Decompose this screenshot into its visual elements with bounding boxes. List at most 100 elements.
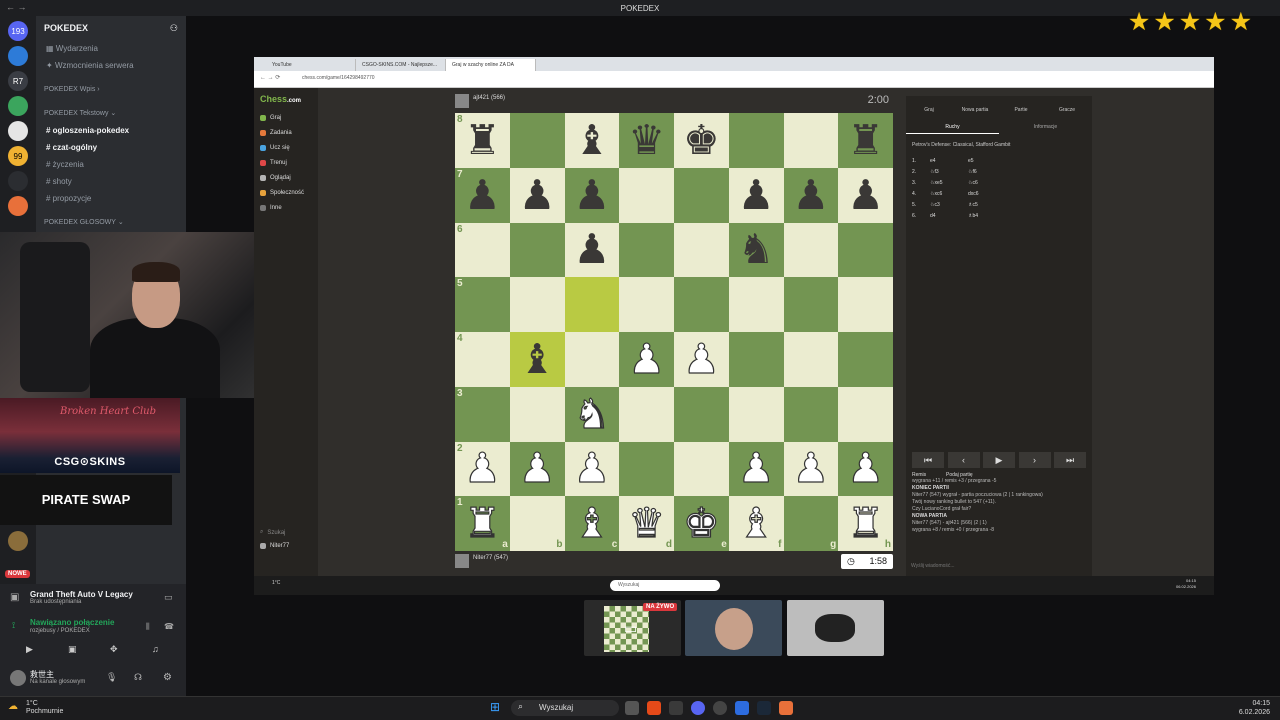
square-e7[interactable] <box>674 167 729 223</box>
nav-play[interactable]: Graj <box>260 115 281 121</box>
white-pawn-icon[interactable]: ♟ <box>518 447 556 489</box>
square-d1[interactable]: ♛ d <box>619 496 674 551</box>
guild-icon[interactable] <box>8 531 28 551</box>
guild-icon[interactable]: 99 <box>8 146 28 166</box>
square-f5[interactable] <box>728 277 784 332</box>
square-a7[interactable]: ♟ 7 <box>455 167 510 223</box>
white-move[interactable]: ♘c3 <box>930 202 940 208</box>
activities-icon[interactable]: ✥ <box>110 644 118 655</box>
white-king-icon[interactable]: ♚ <box>682 502 720 544</box>
weather-widget[interactable]: 1°C Pochmurnie <box>26 700 63 716</box>
square-f6[interactable]: ♞ <box>728 222 784 278</box>
square-c3[interactable]: ♞ <box>564 386 620 442</box>
square-b4[interactable]: ♝ <box>509 332 565 387</box>
tab-new-game[interactable]: Nowa partia <box>952 96 998 113</box>
category-glosowy[interactable]: POKEDEX GŁOSOWY ⌄ <box>36 213 186 231</box>
channel-zyczenia[interactable]: # życzenia <box>36 156 186 173</box>
square-c8[interactable]: ♝ <box>564 113 620 168</box>
tab-play[interactable]: Graj <box>906 96 952 113</box>
white-pawn-icon[interactable]: ♟ <box>463 447 501 489</box>
square-b1[interactable]: b <box>509 496 565 551</box>
square-g6[interactable] <box>783 222 839 278</box>
avatar[interactable] <box>455 554 469 568</box>
nav-more[interactable]: Inne <box>260 205 282 211</box>
square-d4[interactable]: ♟ <box>619 332 674 387</box>
start-icon[interactable]: ⊞ <box>490 700 500 714</box>
white-move[interactable]: e4 <box>930 158 936 164</box>
nav-arrows[interactable]: ← → <box>6 2 27 12</box>
black-bishop-icon[interactable]: ♝ <box>573 119 610 161</box>
nav-search[interactable]: ⌕ Szukaj <box>260 529 285 536</box>
taskbar-clock[interactable]: 04:15 6.02.2026 <box>1239 699 1270 717</box>
square-f3[interactable] <box>728 386 784 442</box>
black-rook-icon[interactable]: ♜ <box>464 119 501 161</box>
white-move[interactable]: d4 <box>930 213 936 219</box>
tab-games[interactable]: Partie <box>998 96 1044 113</box>
black-move[interactable]: ♘f6 <box>968 169 977 175</box>
inner-search[interactable]: Wyszukaj <box>610 580 720 591</box>
taskbar-search[interactable]: Wyszukaj <box>511 700 619 716</box>
square-b6[interactable] <box>509 222 565 278</box>
soundboard-icon[interactable]: ♫ <box>152 644 159 654</box>
square-c5[interactable] <box>564 277 620 332</box>
move-nav-button[interactable]: › <box>1018 452 1051 468</box>
white-pawn-icon[interactable]: ♟ <box>847 447 885 489</box>
square-g4[interactable] <box>783 332 839 387</box>
obs-icon[interactable] <box>713 701 727 715</box>
category-tekstowe[interactable]: POKEDEX Tekstowy ⌄ <box>36 104 186 122</box>
square-h2[interactable]: ♟ <box>838 441 893 497</box>
guild-icon[interactable] <box>8 196 28 216</box>
mic-icon[interactable]: 🎙 <box>106 672 117 683</box>
square-e2[interactable] <box>674 441 729 497</box>
participant-tile[interactable] <box>685 600 782 656</box>
square-c6[interactable]: ♟ <box>564 222 620 278</box>
black-queen-icon[interactable]: ♛ <box>628 119 665 161</box>
white-rook-icon[interactable]: ♜ <box>463 502 501 544</box>
square-a3[interactable]: 3 <box>455 386 510 442</box>
square-c2[interactable]: ♟ <box>564 441 620 497</box>
channel-czat[interactable]: # czat-ogólny <box>36 139 186 156</box>
nav-buttons[interactable]: ← → ⟳ <box>260 74 280 81</box>
address-bar[interactable]: ← → ⟳ chess.com/game/164298492770 <box>254 71 1214 88</box>
square-h5[interactable] <box>838 277 893 332</box>
app-icon[interactable] <box>779 701 793 715</box>
square-a5[interactable]: 5 <box>455 277 510 332</box>
avatar[interactable] <box>455 94 469 108</box>
black-pawn-icon[interactable]: ♟ <box>792 174 829 216</box>
black-move[interactable]: ♘c6 <box>968 180 978 186</box>
square-c4[interactable] <box>564 332 620 387</box>
square-h7[interactable]: ♟ <box>838 167 893 223</box>
server-header[interactable]: POKEDEX ⚇ <box>36 16 186 40</box>
square-h8[interactable]: ♜ <box>838 113 893 168</box>
black-move[interactable]: e5 <box>968 158 974 164</box>
square-h3[interactable] <box>838 386 893 442</box>
white-pawn-icon[interactable]: ♟ <box>792 447 830 489</box>
channel-ogloszenia[interactable]: # ogloszenia-pokedex <box>36 122 186 139</box>
black-pawn-icon[interactable]: ♟ <box>847 174 884 216</box>
square-d3[interactable] <box>619 386 674 442</box>
square-f1[interactable]: ♝ f <box>728 496 784 551</box>
white-rook-icon[interactable]: ♜ <box>847 502 885 544</box>
voice-status[interactable]: Nawiązano połączenie <box>30 618 114 627</box>
url-text[interactable]: chess.com/game/164298492770 <box>302 75 375 81</box>
nav-train[interactable]: Trenuj <box>260 160 287 166</box>
square-c1[interactable]: ♝ c <box>564 496 620 551</box>
square-f4[interactable] <box>728 332 784 387</box>
square-g1[interactable]: g <box>783 496 839 551</box>
square-g5[interactable] <box>783 277 839 332</box>
square-e1[interactable]: ♚ e <box>674 496 729 551</box>
guild-icon[interactable]: 193 <box>8 21 28 41</box>
square-c7[interactable]: ♟ <box>564 167 620 223</box>
square-a8[interactable]: ♜ 8 <box>455 113 510 168</box>
white-move[interactable]: ♘f3 <box>930 169 939 175</box>
camera-icon[interactable]: ▶ <box>26 644 33 655</box>
square-a6[interactable]: 6 <box>455 222 510 278</box>
black-knight-icon[interactable]: ♞ <box>738 229 775 270</box>
square-e5[interactable] <box>674 277 729 332</box>
square-a2[interactable]: ♟ 2 <box>455 441 510 497</box>
category-wpis[interactable]: POKEDEX Wpis › <box>36 80 186 98</box>
share-icon[interactable]: ▭ <box>164 592 173 603</box>
subtab-info[interactable]: Informacje <box>999 124 1092 130</box>
square-g7[interactable]: ♟ <box>783 167 839 223</box>
guild-icon[interactable] <box>8 46 28 66</box>
